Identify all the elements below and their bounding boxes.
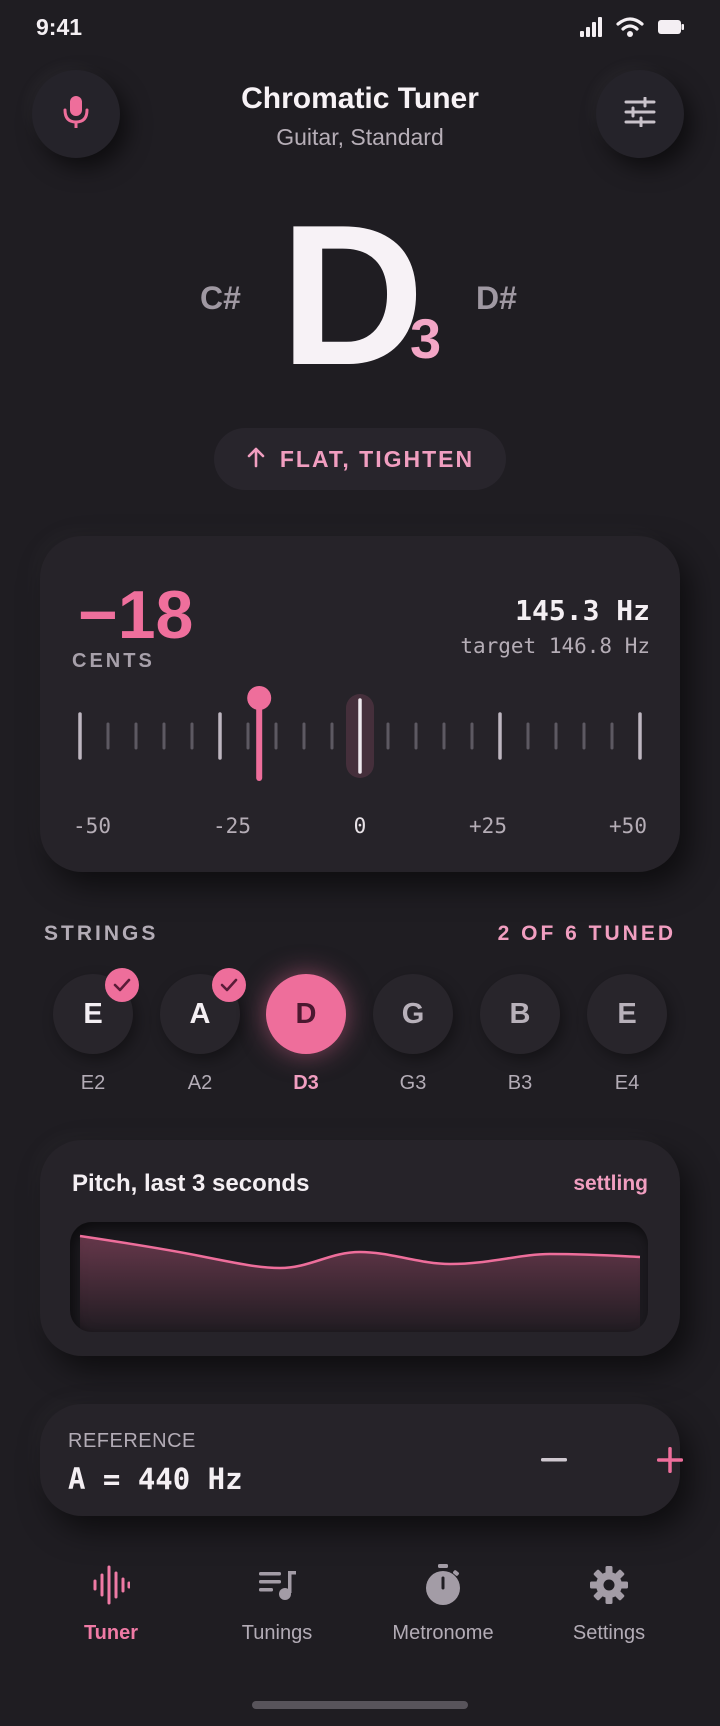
meter-needle-head <box>247 686 272 710</box>
next-note: D# <box>476 280 517 316</box>
strings-tuned-count: 2 OF 6 TUNED <box>497 922 676 945</box>
check-icon <box>105 968 139 1002</box>
string-name: B3 <box>507 1072 533 1094</box>
check-icon <box>212 968 246 1002</box>
bottom-navigation: Tuner Tunings Metronome Settings <box>0 1560 720 1690</box>
string-name: E2 <box>80 1072 106 1094</box>
string-note: E <box>587 974 667 1054</box>
waveform-icon <box>28 1560 194 1610</box>
tuning-hint: FLAT, TIGHTEN <box>214 428 506 490</box>
playlist-music-icon <box>194 1560 360 1610</box>
string-d3[interactable]: D D3 <box>266 974 346 1095</box>
sliders-icon <box>623 96 657 132</box>
scale-label-minus-50: -50 <box>73 814 111 838</box>
previous-note: C# <box>200 280 241 316</box>
cellular-signal-icon <box>580 17 602 42</box>
plus-icon <box>657 1447 683 1473</box>
decrease-reference-button[interactable] <box>526 1432 582 1488</box>
battery-icon <box>658 19 684 40</box>
stopwatch-icon <box>360 1560 526 1610</box>
settings-sliders-button[interactable] <box>596 70 684 158</box>
minus-icon <box>541 1458 567 1462</box>
strings-title: STRINGS <box>44 922 159 945</box>
reference-card: REFERENCE A = 440 Hz <box>40 1404 683 1516</box>
nav-label: Metronome <box>392 1622 494 1644</box>
wifi-icon <box>616 16 644 43</box>
tuning-hint-text: FLAT, TIGHTEN <box>279 445 475 472</box>
target-frequency: target 146.8 Hz <box>460 634 650 658</box>
pitch-history-status: settling <box>573 1172 648 1195</box>
reference-value: A = 440 Hz <box>68 1462 243 1496</box>
string-name: D3 <box>293 1072 319 1094</box>
string-name: A2 <box>187 1072 213 1094</box>
string-a2[interactable]: A A2 <box>160 968 246 1095</box>
string-note: G <box>373 974 453 1054</box>
string-name: E4 <box>614 1072 640 1094</box>
status-time: 9:41 <box>36 14 83 40</box>
string-name: G3 <box>399 1072 427 1094</box>
pitch-history-graph <box>70 1222 648 1332</box>
nav-tuner[interactable]: Tuner <box>28 1560 194 1645</box>
string-note: D <box>266 974 346 1054</box>
nav-settings[interactable]: Settings <box>526 1560 692 1645</box>
pitch-history-card: Pitch, last 3 seconds settling <box>40 1140 680 1356</box>
arrow-up-icon <box>246 446 266 473</box>
home-indicator <box>252 1701 468 1709</box>
string-g3[interactable]: G G3 <box>373 974 453 1095</box>
gear-icon <box>526 1560 692 1610</box>
string-note: B <box>480 974 560 1054</box>
scale-label-plus-50: +50 <box>609 814 647 838</box>
scale-label-zero: 0 <box>353 814 367 838</box>
cents-label: CENTS <box>72 650 155 672</box>
increase-reference-button[interactable] <box>642 1432 698 1488</box>
current-note: D <box>280 184 424 407</box>
nav-label: Tunings <box>241 1622 313 1644</box>
scale-label-plus-25: +25 <box>469 814 507 838</box>
nav-metronome[interactable]: Metronome <box>360 1560 526 1645</box>
cents-meter <box>78 686 642 781</box>
pitch-history-title: Pitch, last 3 seconds <box>72 1170 310 1197</box>
status-icons <box>580 16 684 43</box>
status-bar: 9:41 <box>0 0 720 56</box>
current-octave: 3 <box>410 307 442 370</box>
string-b3[interactable]: B B3 <box>480 974 560 1095</box>
reference-label: REFERENCE <box>68 1430 196 1452</box>
scale-label-minus-25: -25 <box>213 814 251 838</box>
detected-frequency: 145.3 Hz <box>515 594 650 627</box>
string-e2[interactable]: E E2 <box>53 968 139 1095</box>
nav-label: Settings <box>572 1622 646 1644</box>
string-e4[interactable]: E E4 <box>587 974 667 1095</box>
nav-tunings[interactable]: Tunings <box>194 1560 360 1645</box>
cents-value: −18 <box>78 577 194 653</box>
nav-label: Tuner <box>83 1622 139 1644</box>
cents-card: −18 CENTS 145.3 Hz target 146.8 Hz -50 -… <box>40 536 680 872</box>
